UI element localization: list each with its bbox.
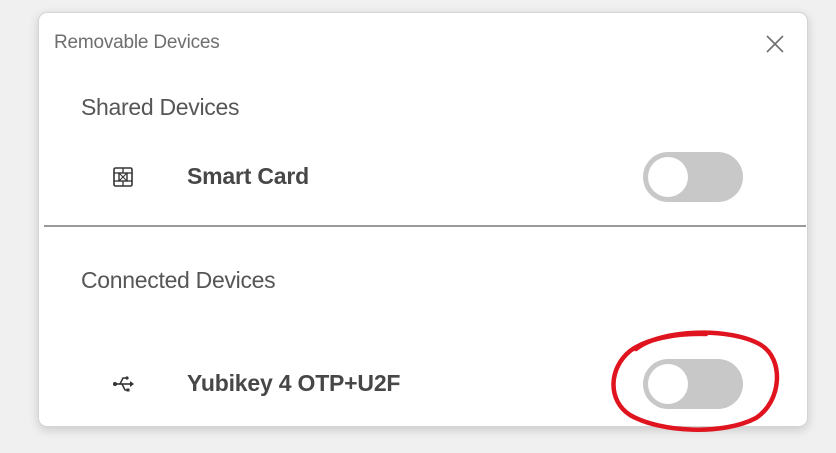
device-row-smart-card: Smart Card xyxy=(39,152,809,202)
connected-devices-heading: Connected Devices xyxy=(81,267,276,293)
close-button[interactable] xyxy=(761,30,789,58)
removable-devices-dialog: Removable Devices Shared Devices Smart C… xyxy=(38,12,808,427)
smart-card-icon xyxy=(111,165,135,189)
yubikey-label: Yubikey 4 OTP+U2F xyxy=(187,370,401,396)
shared-devices-heading: Shared Devices xyxy=(81,94,240,120)
dialog-title: Removable Devices xyxy=(54,32,220,53)
toggle-knob xyxy=(648,157,688,197)
usb-icon xyxy=(111,372,135,396)
smart-card-label: Smart Card xyxy=(187,163,309,189)
device-row-yubikey: Yubikey 4 OTP+U2F xyxy=(39,359,809,409)
smart-card-toggle[interactable] xyxy=(643,152,743,202)
close-icon xyxy=(766,35,784,53)
toggle-knob xyxy=(648,364,688,404)
section-divider xyxy=(44,225,806,227)
yubikey-toggle[interactable] xyxy=(643,359,743,409)
